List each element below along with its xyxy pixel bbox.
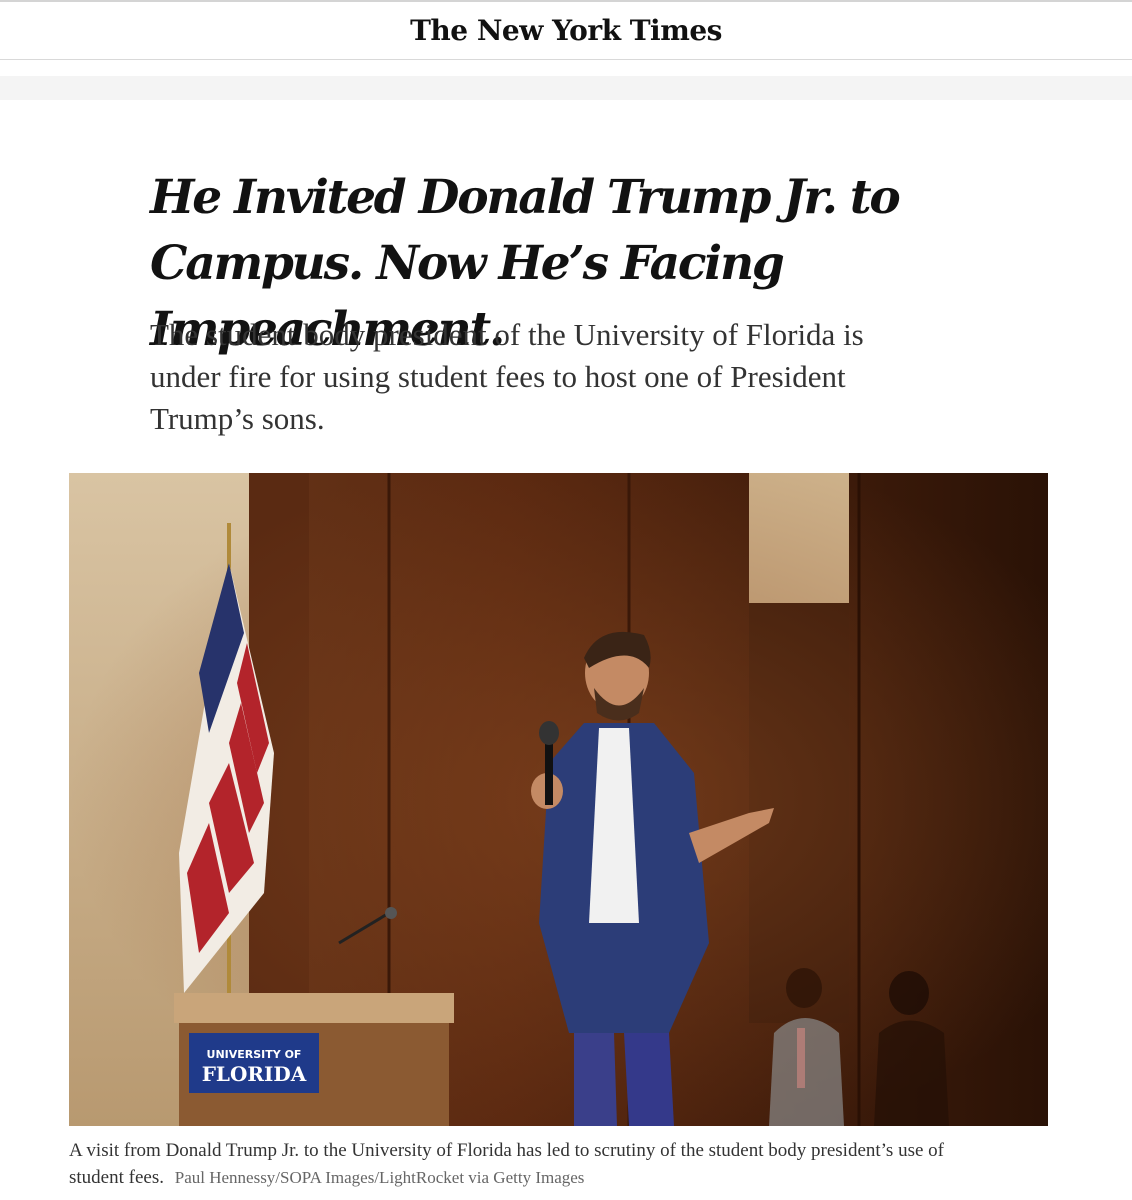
podium-sign-line2: FLORIDA [202,1062,307,1086]
masthead: The New York Times [0,0,1132,60]
article-summary: The student body president of the Univer… [150,317,864,436]
photo-credit: Paul Hennessy/SOPA Images/LightRocket vi… [174,1168,585,1187]
ad-placeholder-strip [0,76,1132,100]
podium-sign-line1: UNIVERSITY OF [207,1048,302,1061]
nyt-logo[interactable]: The New York Times [0,14,1132,47]
photo-illustration: UNIVERSITY OF FLORIDA [69,473,1048,1126]
article-photo[interactable]: UNIVERSITY OF FLORIDA [69,473,1048,1126]
photo-caption: A visit from Donald Trump Jr. to the Uni… [69,1137,969,1191]
